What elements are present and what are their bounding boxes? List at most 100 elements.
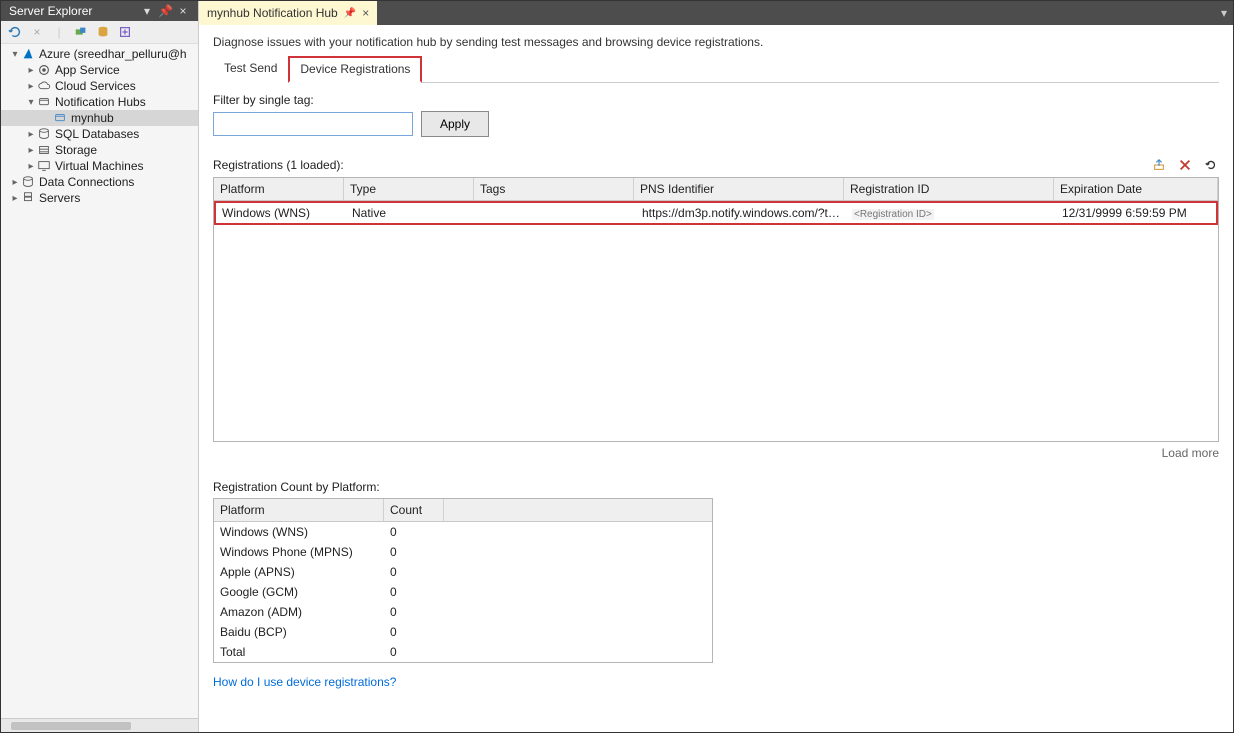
tree-item-label: App Service xyxy=(55,63,126,77)
table-cell: Native xyxy=(346,203,476,223)
count-row: Baidu (BCP)0 xyxy=(214,622,712,642)
servers-icon xyxy=(21,191,37,205)
load-more-link[interactable]: Load more xyxy=(213,446,1219,460)
panel-pin-icon[interactable]: 📌 xyxy=(158,4,172,18)
connect-service-icon[interactable] xyxy=(117,24,133,40)
tree-item[interactable]: ▸ SQL Databases xyxy=(1,126,198,142)
panel-title: Server Explorer xyxy=(9,4,136,18)
data-icon xyxy=(21,175,37,189)
tree-expander-icon[interactable]: ▸ xyxy=(25,81,37,92)
count-platform: Windows Phone (MPNS) xyxy=(214,542,384,562)
help-link[interactable]: How do I use device registrations? xyxy=(213,675,1219,689)
count-value: 0 xyxy=(384,622,444,642)
tree-item[interactable]: mynhub xyxy=(1,110,198,126)
apply-button[interactable]: Apply xyxy=(421,111,489,137)
connect-db-icon[interactable] xyxy=(95,24,111,40)
tree-item[interactable]: ▾Azure (sreedhar_pelluru@h xyxy=(1,46,198,62)
count-platform: Total xyxy=(214,642,384,662)
sidebar-scrollbar[interactable] xyxy=(1,718,198,732)
panel-dropdown-icon[interactable]: ▾ xyxy=(140,4,154,18)
table-cell: Windows (WNS) xyxy=(216,203,346,223)
tree-item[interactable]: ▾ Notification Hubs xyxy=(1,94,198,110)
count-value: 0 xyxy=(384,542,444,562)
tree-expander-icon[interactable]: ▾ xyxy=(9,49,21,60)
count-table: Platform Count Windows (WNS)0Windows Pho… xyxy=(213,498,713,663)
count-value: 0 xyxy=(384,522,444,542)
tree-item-label: mynhub xyxy=(71,111,120,125)
delete-icon[interactable] xyxy=(1177,157,1193,173)
tab-test-send[interactable]: Test Send xyxy=(213,56,288,83)
grid-header: Platform Type Tags PNS Identifier Regist… xyxy=(214,178,1218,201)
vm-icon xyxy=(37,159,53,173)
tree-item-label: Virtual Machines xyxy=(55,159,150,173)
count-value: 0 xyxy=(384,562,444,582)
count-row: Amazon (ADM)0 xyxy=(214,602,712,622)
filter-input[interactable] xyxy=(213,112,413,136)
tab-overflow-icon[interactable]: ▾ xyxy=(1215,1,1233,25)
tree-expander-icon[interactable]: ▸ xyxy=(25,145,37,156)
tree-item[interactable]: ▸ App Service xyxy=(1,62,198,78)
count-value: 0 xyxy=(384,582,444,602)
column-type[interactable]: Type xyxy=(344,178,474,200)
tree-item[interactable]: ▸Cloud Services xyxy=(1,78,198,94)
count-row: Windows Phone (MPNS)0 xyxy=(214,542,712,562)
toolbar-separator: | xyxy=(51,24,67,40)
count-col-count[interactable]: Count xyxy=(384,499,444,521)
column-pns[interactable]: PNS Identifier xyxy=(634,178,844,200)
document-area: mynhub Notification Hub 📌 × ▾ Diagnose i… xyxy=(199,1,1233,732)
document-tab[interactable]: mynhub Notification Hub 📌 × xyxy=(199,1,377,25)
column-regid[interactable]: Registration ID xyxy=(844,178,1054,200)
document-tab-bar: mynhub Notification Hub 📌 × ▾ xyxy=(199,1,1233,25)
tree-item-label: Notification Hubs xyxy=(55,95,152,109)
panel-toolbar: × | xyxy=(1,21,198,44)
tree-expander-icon[interactable]: ▸ xyxy=(25,65,37,76)
tab-close-icon[interactable]: × xyxy=(362,6,369,20)
count-value: 0 xyxy=(384,642,444,662)
tab-pin-icon[interactable]: 📌 xyxy=(344,8,356,19)
stop-icon[interactable]: × xyxy=(29,24,45,40)
inner-tab-bar: Test Send Device Registrations xyxy=(213,55,1219,83)
count-value: 0 xyxy=(384,602,444,622)
table-cell: <Registration ID> xyxy=(846,203,1056,223)
tree-expander-icon[interactable]: ▾ xyxy=(25,97,37,108)
azure-icon xyxy=(21,47,37,61)
server-tree[interactable]: ▾Azure (sreedhar_pelluru@h ▸ App Service▸C… xyxy=(1,44,198,718)
panel-close-icon[interactable]: × xyxy=(176,4,190,18)
tree-expander-icon[interactable]: ▸ xyxy=(9,177,21,188)
count-platform: Windows (WNS) xyxy=(214,522,384,542)
count-row: Apple (APNS)0 xyxy=(214,562,712,582)
storage-icon xyxy=(37,143,53,157)
tree-expander-icon[interactable]: ▸ xyxy=(25,161,37,172)
tree-item-label: SQL Databases xyxy=(55,127,145,141)
tab-device-registrations[interactable]: Device Registrations xyxy=(288,56,422,83)
tree-item[interactable]: ▸ Data Connections xyxy=(1,174,198,190)
column-platform[interactable]: Platform xyxy=(214,178,344,200)
column-tags[interactable]: Tags xyxy=(474,178,634,200)
refresh-icon[interactable] xyxy=(7,24,23,40)
refresh-registrations-icon[interactable] xyxy=(1203,157,1219,173)
count-row: Windows (WNS)0 xyxy=(214,522,712,542)
connect-azure-icon[interactable] xyxy=(73,24,89,40)
tree-item-label: Data Connections xyxy=(39,175,140,189)
table-row[interactable]: Windows (WNS)Native https://dm3p.notify.w… xyxy=(214,201,1218,225)
count-platform: Baidu (BCP) xyxy=(214,622,384,642)
table-cell: https://dm3p.notify.windows.com/?to… xyxy=(636,203,846,223)
tree-expander-icon[interactable]: ▸ xyxy=(9,193,21,204)
sql-icon xyxy=(37,127,53,141)
panel-header: Server Explorer ▾ 📌 × xyxy=(1,1,198,21)
table-cell: 12/31/9999 6:59:59 PM xyxy=(1056,203,1216,223)
tree-item-label: Servers xyxy=(39,191,86,205)
registrations-header: Registrations (1 loaded): xyxy=(213,158,1151,172)
tree-item[interactable]: ▸ Virtual Machines xyxy=(1,158,198,174)
export-icon[interactable] xyxy=(1151,157,1167,173)
tree-expander-icon[interactable]: ▸ xyxy=(25,129,37,140)
count-platform: Apple (APNS) xyxy=(214,562,384,582)
tree-item[interactable]: ▸Storage xyxy=(1,142,198,158)
registrations-grid[interactable]: Platform Type Tags PNS Identifier Regist… xyxy=(213,177,1219,442)
document-tab-title: mynhub Notification Hub xyxy=(207,6,338,20)
cloud-icon xyxy=(37,79,53,93)
tree-item[interactable]: ▸ Servers xyxy=(1,190,198,206)
column-expiration[interactable]: Expiration Date xyxy=(1054,178,1218,200)
count-col-platform[interactable]: Platform xyxy=(214,499,384,521)
app-icon xyxy=(37,63,53,77)
